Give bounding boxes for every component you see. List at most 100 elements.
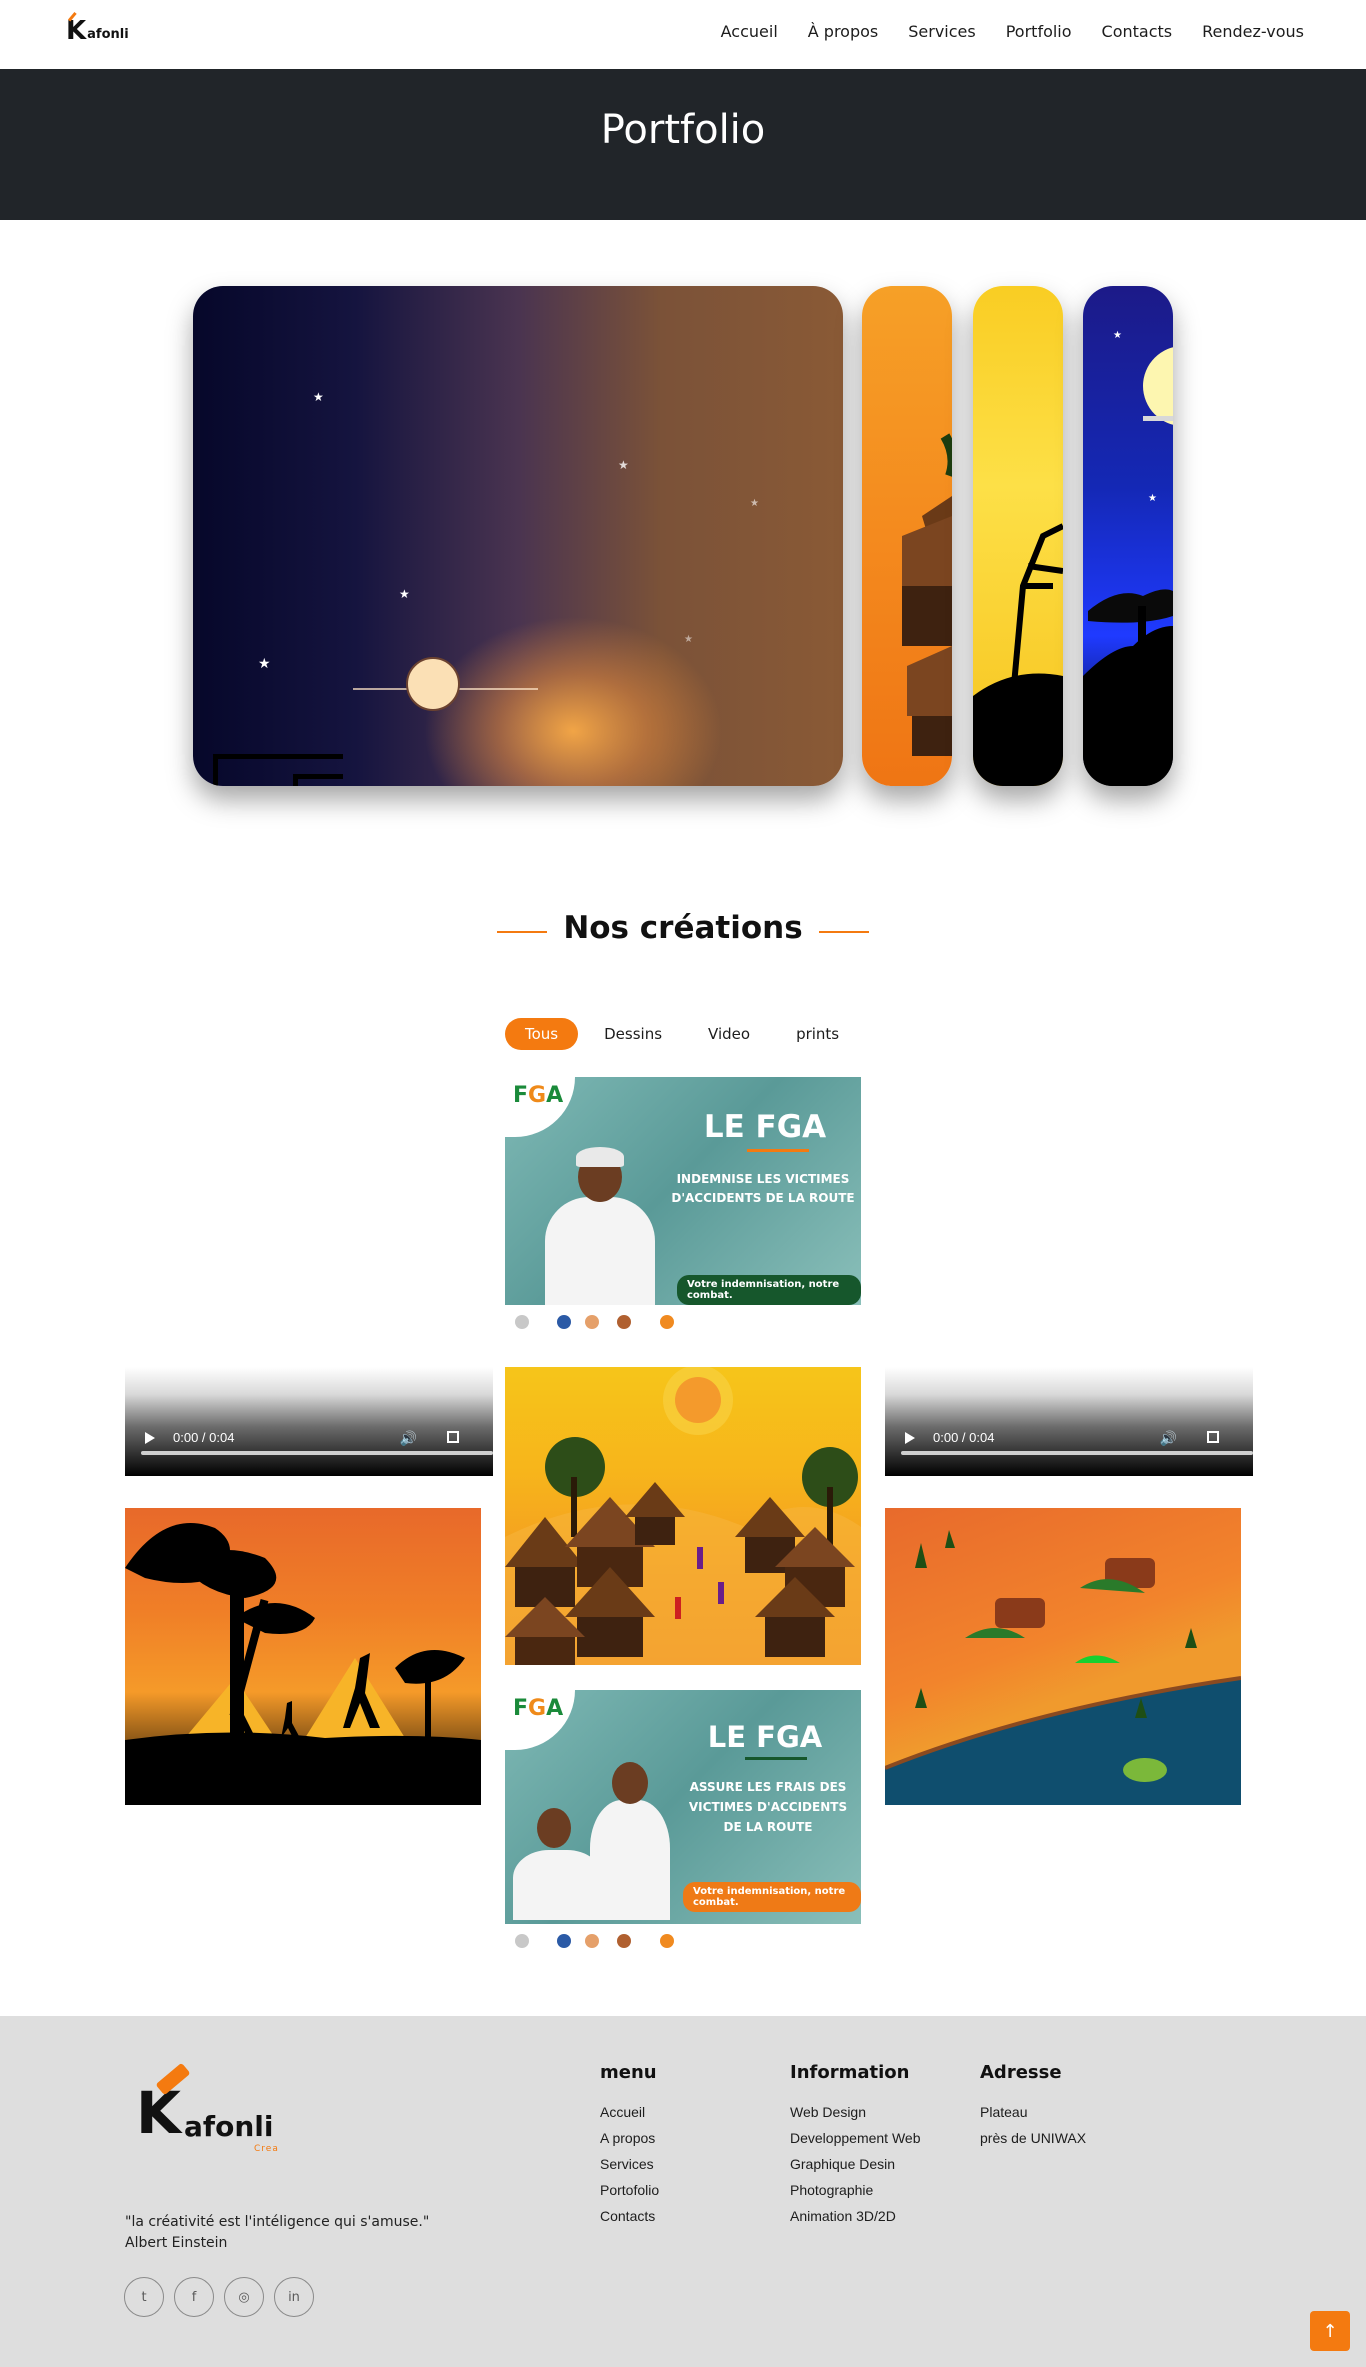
section-header: Nos créations — [0, 910, 1366, 946]
portfolio-video-left[interactable]: 0:00 / 0:04 🔊 — [125, 1367, 493, 1476]
fga-subline-2: D'ACCIDENTS DE LA ROUTE — [671, 1191, 855, 1205]
slider-thumb-night[interactable]: ★ ★ — [1083, 286, 1173, 786]
light-streak — [458, 688, 538, 690]
slider-active-slide[interactable]: ★ ★ ★ ★ ★ ★ — [193, 286, 843, 786]
slider-thumb-tree[interactable] — [973, 286, 1063, 786]
social-links: t f ◎ in — [124, 2277, 314, 2317]
linkedin-icon[interactable]: in — [274, 2277, 314, 2317]
star-icon: ★ — [618, 458, 629, 472]
partner-logo — [617, 1934, 631, 1948]
star-icon: ★ — [313, 390, 324, 404]
partner-logo — [515, 1934, 529, 1948]
slider-thumb-village[interactable] — [862, 286, 952, 786]
video-controls: 0:00 / 0:04 🔊 — [125, 1416, 493, 1476]
partner-logo — [585, 1934, 599, 1948]
footer-link-accueil[interactable]: Accueil — [600, 2099, 659, 2125]
partner-logo — [660, 1315, 674, 1329]
footer-info-item: Developpement Web — [790, 2130, 921, 2146]
section-title: Nos créations — [497, 910, 869, 946]
person-head — [612, 1762, 648, 1804]
page-hero: Portfolio — [0, 69, 1366, 220]
instagram-icon[interactable]: ◎ — [224, 2277, 264, 2317]
logo-wordmark: afonli — [87, 27, 129, 42]
star-icon: ★ — [258, 655, 271, 671]
svg-text:★: ★ — [1148, 493, 1157, 504]
portfolio-item-savanna[interactable] — [125, 1508, 481, 1805]
footer-link-portofolio[interactable]: Portofolio — [600, 2177, 659, 2203]
fullscreen-icon[interactable] — [447, 1431, 459, 1443]
fga-partners-footer — [505, 1305, 861, 1337]
footer-address-line: près de UNIWAX — [980, 2130, 1087, 2146]
play-icon[interactable] — [905, 1432, 915, 1444]
fga-headline: LE FGA — [707, 1720, 823, 1754]
footer-link-services[interactable]: Services — [600, 2151, 659, 2177]
video-time: 0:00 / 0:04 — [933, 1430, 995, 1445]
partner-logo — [585, 1315, 599, 1329]
twitter-icon[interactable]: t — [124, 2277, 164, 2317]
footer-quote: "la créativité est l'intéligence qui s'a… — [125, 2212, 429, 2254]
person-shirt — [545, 1197, 655, 1307]
footer-info-column: Information Web Design Developpement Web… — [790, 2062, 920, 2229]
footer-menu-column: menu Accueil A propos Services Portofoli… — [600, 2062, 659, 2229]
portfolio-item-village[interactable] — [505, 1367, 861, 1665]
footer-info-item: Web Design — [790, 2104, 867, 2120]
play-icon[interactable] — [145, 1432, 155, 1444]
fga-logo: FGA — [513, 1083, 564, 1108]
person-cap — [576, 1147, 624, 1167]
fga-logo: FGA — [513, 1696, 564, 1721]
footer-logo[interactable]: K afonli Crea — [136, 2062, 278, 2154]
footer-address-title: Adresse — [980, 2062, 1062, 2083]
footer-logo-tagline: Crea — [254, 2144, 279, 2154]
nav-link-portfolio[interactable]: Portfolio — [1006, 22, 1072, 41]
lake-art — [885, 1530, 1241, 1805]
arrow-up-icon: ↑ — [1322, 2320, 1338, 2342]
footer-info-item: Animation 3D/2D — [790, 2208, 896, 2224]
portfolio-item-fga-assure[interactable]: FGA LE FGA ASSURE LES FRAIS DES VICTIMES… — [505, 1690, 861, 1956]
savanna-art — [125, 1523, 481, 1805]
volume-icon[interactable]: 🔊 — [1160, 1431, 1177, 1447]
footer-address-line: Plateau — [980, 2104, 1028, 2120]
nav-link-contacts[interactable]: Contacts — [1102, 22, 1173, 41]
star-icon: ★ — [684, 634, 693, 645]
nav-link-a-propos[interactable]: À propos — [808, 22, 878, 41]
footer-link-a-propos[interactable]: A propos — [600, 2125, 659, 2151]
volume-icon[interactable]: 🔊 — [400, 1431, 417, 1447]
nav-link-rendez-vous[interactable]: Rendez-vous — [1202, 22, 1304, 41]
fullscreen-icon[interactable] — [1207, 1431, 1219, 1443]
star-icon: ★ — [399, 587, 410, 601]
partner-logo — [557, 1315, 571, 1329]
star-icon: ★ — [750, 498, 759, 509]
fga-headline-underline — [745, 1757, 807, 1760]
slide-night-art: ★ ★ — [1083, 330, 1173, 786]
light-streak — [353, 688, 413, 690]
moon-sun-disc — [406, 657, 460, 711]
filter-prints[interactable]: prints — [776, 1018, 859, 1050]
partner-logo — [515, 1315, 529, 1329]
footer-link-contacts[interactable]: Contacts — [600, 2203, 659, 2229]
person-head — [537, 1808, 571, 1848]
partner-logo — [660, 1934, 674, 1948]
portfolio-item-lake[interactable] — [885, 1508, 1241, 1805]
filter-tous[interactable]: Tous — [505, 1018, 579, 1050]
nav-link-accueil[interactable]: Accueil — [721, 22, 778, 41]
filter-video[interactable]: Video — [688, 1018, 770, 1050]
title-decor-line-left — [497, 931, 548, 933]
back-to-top-button[interactable]: ↑ — [1310, 2311, 1350, 2351]
main-menu: Accueil À propos Services Portfolio Cont… — [721, 22, 1304, 41]
video-progress-bar[interactable] — [141, 1451, 493, 1455]
portfolio-video-right[interactable]: 0:00 / 0:04 🔊 — [885, 1367, 1253, 1476]
fga-subline-2: VICTIMES D'ACCIDENTS — [688, 1800, 848, 1814]
portfolio-item-fga-indemnise[interactable]: FGA LE FGA INDEMNISE LES VICTIMES D'ACCI… — [505, 1077, 861, 1337]
slide-glow — [423, 616, 723, 786]
svg-text:★: ★ — [1113, 330, 1122, 341]
brand-logo[interactable]: K afonli — [66, 11, 129, 44]
footer-info-item: Photographie — [790, 2182, 874, 2198]
partner-logo — [617, 1315, 631, 1329]
nav-link-services[interactable]: Services — [908, 22, 975, 41]
filter-dessins[interactable]: Dessins — [584, 1018, 682, 1050]
top-navbar: K afonli Accueil À propos Services Portf… — [0, 0, 1366, 69]
quote-text: "la créativité est l'intéligence qui s'a… — [125, 2214, 430, 2230]
facebook-icon[interactable]: f — [174, 2277, 214, 2317]
video-progress-bar[interactable] — [901, 1451, 1253, 1455]
title-decor-line-right — [818, 931, 869, 933]
